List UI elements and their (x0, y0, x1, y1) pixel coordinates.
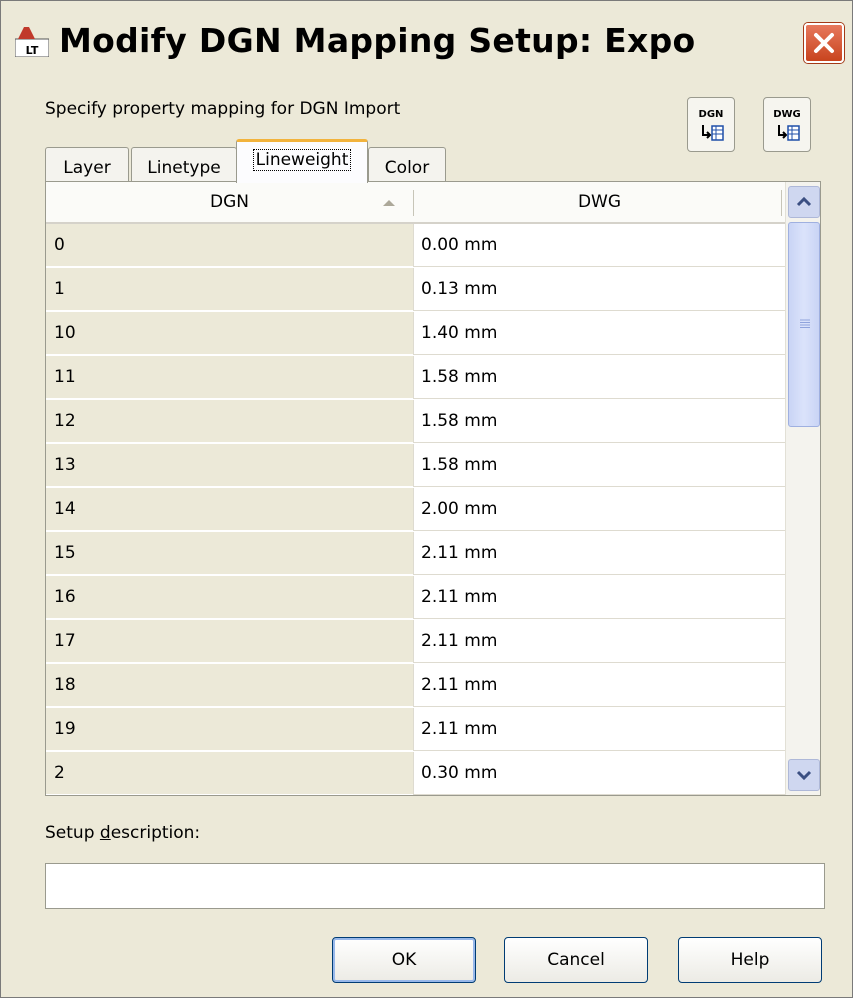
autocad-lt-icon[interactable]: LT (14, 27, 50, 58)
chevron-up-icon (796, 196, 812, 207)
tab-color-label: Color (384, 158, 430, 178)
close-button[interactable] (804, 23, 844, 63)
dwg-cell[interactable]: 2.11 mm (413, 620, 785, 663)
mapping-table[interactable]: DGN DWG 0 0.00 mm 1 0.13 mm 10 1.40 mm 1… (45, 181, 821, 796)
dwg-cell[interactable]: 2.11 mm (413, 664, 785, 707)
dgn-cell: 11 (46, 356, 413, 399)
scroll-down-button[interactable] (788, 759, 820, 791)
table-row[interactable]: 11 1.58 mm (46, 356, 785, 400)
column-header-dwg-label: DWG (577, 192, 622, 212)
help-button[interactable]: Help (678, 937, 822, 983)
ok-button[interactable]: OK (332, 937, 476, 983)
dgn-cell: 14 (46, 488, 413, 531)
table-row[interactable]: 17 2.11 mm (46, 620, 785, 664)
tab-linetype[interactable]: Linetype (131, 147, 237, 182)
dwg-cell[interactable]: 2.11 mm (413, 708, 785, 751)
tab-lineweight-label: Lineweight (252, 149, 352, 171)
table-row[interactable]: 16 2.11 mm (46, 576, 785, 620)
dwg-cell[interactable]: 2.11 mm (413, 576, 785, 619)
dwg-cell[interactable]: 2.11 mm (413, 532, 785, 575)
dwg-cell[interactable]: 1.58 mm (413, 444, 785, 487)
table-row[interactable]: 18 2.11 mm (46, 664, 785, 708)
dialog-title: Modify DGN Mapping Setup: Expo (59, 21, 696, 60)
cancel-button[interactable]: Cancel (504, 937, 648, 983)
dgn-cell: 1 (46, 268, 413, 311)
chevron-down-icon (796, 770, 812, 781)
title-bar[interactable]: LT Modify DGN Mapping Setup: Expo (1, 1, 852, 87)
import-dwg-button[interactable]: DWG (763, 97, 811, 152)
dwg-cell[interactable]: 0.13 mm (413, 268, 785, 311)
tab-linetype-label: Linetype (147, 158, 221, 178)
table-row[interactable]: 12 1.58 mm (46, 400, 785, 444)
dgn-cell: 0 (46, 224, 413, 267)
scroll-thumb[interactable] (788, 222, 820, 427)
dwg-cell[interactable]: 0.30 mm (413, 752, 785, 795)
dgn-cell: 15 (46, 532, 413, 575)
dgn-cell: 2 (46, 752, 413, 795)
setup-description-label-start: Setup (45, 823, 100, 843)
table-row[interactable]: 1 0.13 mm (46, 268, 785, 312)
dgn-cell: 16 (46, 576, 413, 619)
table-header: DGN DWG (46, 182, 785, 224)
column-header-dgn[interactable]: DGN (46, 182, 413, 222)
import-dgn-icon (702, 125, 724, 141)
table-row[interactable]: 0 0.00 mm (46, 224, 785, 268)
import-dwg-icon (778, 125, 800, 141)
dwg-cell[interactable]: 1.40 mm (413, 312, 785, 355)
tab-layer[interactable]: Layer (45, 147, 129, 182)
dgn-cell: 10 (46, 312, 413, 355)
table-row[interactable]: 14 2.00 mm (46, 488, 785, 532)
import-dgn-caption: DGN (698, 109, 724, 120)
dialog-window: LT Modify DGN Mapping Setup: Expo Specif… (0, 0, 853, 998)
dwg-cell[interactable]: 1.58 mm (413, 356, 785, 399)
setup-description-label-end: escription: (110, 823, 201, 843)
column-divider (781, 190, 782, 216)
tab-lineweight[interactable]: Lineweight (236, 139, 368, 183)
dgn-cell: 19 (46, 708, 413, 751)
svg-text:LT: LT (26, 44, 39, 57)
table-row[interactable]: 15 2.11 mm (46, 532, 785, 576)
table-row[interactable]: 19 2.11 mm (46, 708, 785, 752)
table-row[interactable]: 10 1.40 mm (46, 312, 785, 356)
setup-description-label-mnemonic: d (99, 823, 111, 843)
grip-icon (800, 319, 810, 328)
dgn-cell: 17 (46, 620, 413, 663)
tab-layer-label: Layer (63, 158, 111, 178)
import-dwg-caption: DWG (773, 109, 801, 120)
dwg-cell[interactable]: 0.00 mm (413, 224, 785, 267)
import-dgn-button[interactable]: DGN (687, 97, 735, 152)
dwg-cell[interactable]: 1.58 mm (413, 400, 785, 443)
dgn-cell: 12 (46, 400, 413, 443)
column-header-dgn-label: DGN (210, 192, 249, 212)
scroll-up-button[interactable] (788, 186, 820, 218)
dgn-cell: 18 (46, 664, 413, 707)
table-row[interactable]: 13 1.58 mm (46, 444, 785, 488)
tab-color[interactable]: Color (368, 147, 446, 182)
column-header-dwg[interactable]: DWG (414, 182, 785, 222)
dwg-cell[interactable]: 2.00 mm (413, 488, 785, 531)
vertical-scrollbar[interactable] (785, 182, 820, 795)
dgn-cell: 13 (46, 444, 413, 487)
setup-description-label: Setup description: (45, 823, 200, 843)
instruction-label: Specify property mapping for DGN Import (45, 99, 401, 119)
table-row[interactable]: 2 0.30 mm (46, 752, 785, 795)
close-icon (814, 33, 834, 53)
sort-ascending-icon (383, 200, 395, 206)
setup-description-input[interactable] (45, 863, 825, 909)
